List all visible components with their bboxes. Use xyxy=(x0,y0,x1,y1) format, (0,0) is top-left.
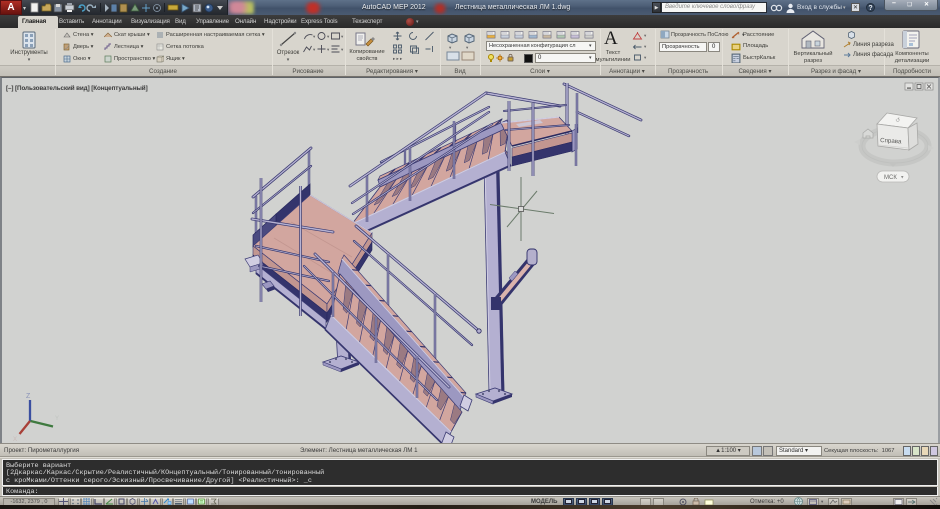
svg-text:[–] [Пользовательский вид] [Ко: [–] [Пользовательский вид] [Концептуальн… xyxy=(6,84,148,92)
svg-text:Y: Y xyxy=(55,416,59,422)
svg-text:Z: Z xyxy=(26,393,31,400)
svg-text:МСК: МСК xyxy=(884,175,897,181)
